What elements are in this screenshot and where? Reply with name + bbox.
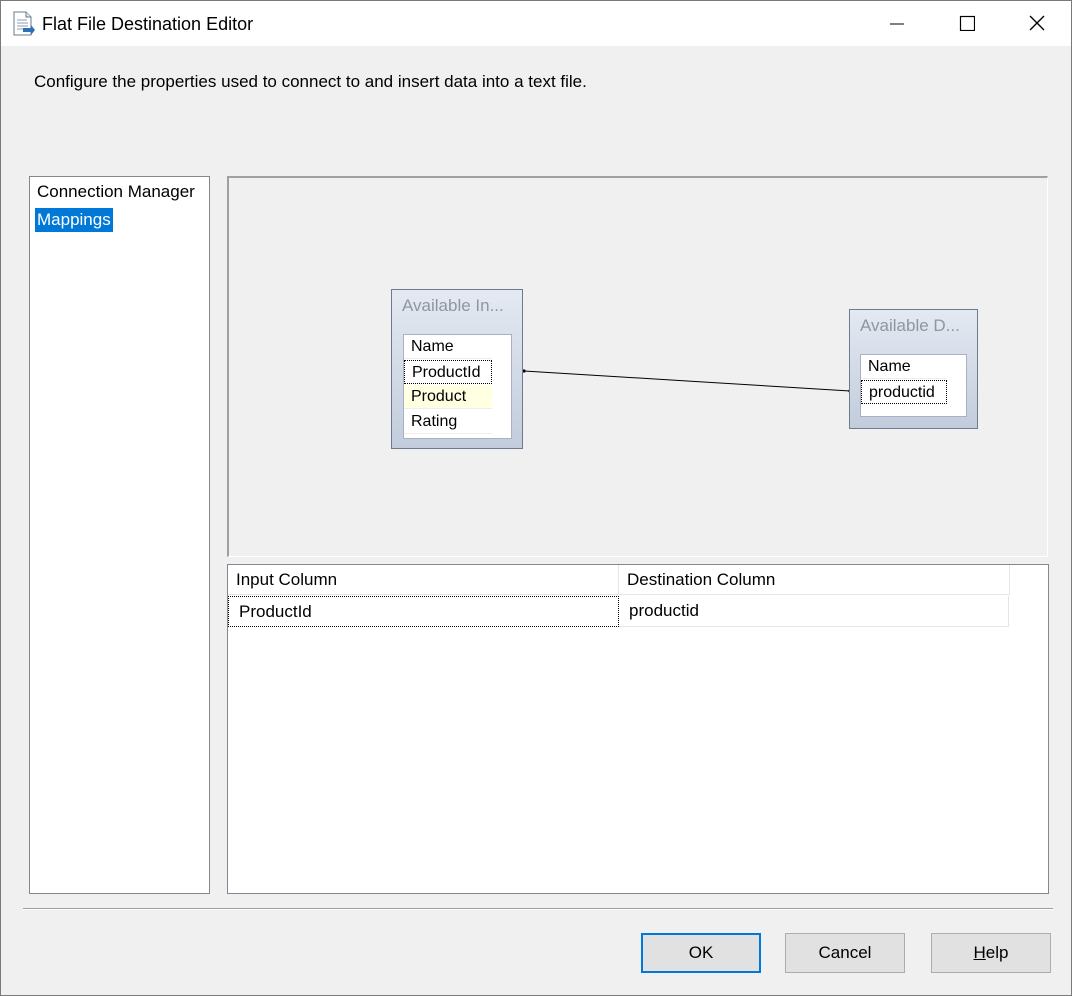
title-bar: Flat File Destination Editor <box>1 1 1071 46</box>
destination-column-name[interactable]: Name <box>861 355 947 379</box>
help-mnemonic: H <box>973 943 986 962</box>
destination-column-productid[interactable]: productid <box>861 380 947 404</box>
maximize-icon <box>959 15 975 31</box>
available-input-columns-table[interactable]: Available In... Name ProductId Product R… <box>391 289 523 449</box>
grid-header-input-column[interactable]: Input Column <box>228 565 619 595</box>
nav-item-mappings[interactable]: Mappings <box>35 208 113 232</box>
column-mapping-grid: Input Column Destination Column ProductI… <box>227 564 1049 894</box>
minimize-icon <box>890 23 904 25</box>
grid-cell-input-column[interactable]: ProductId <box>228 596 619 627</box>
close-icon <box>1029 15 1045 31</box>
available-input-columns-title: Available In... <box>402 296 504 315</box>
close-button[interactable] <box>1001 1 1071 46</box>
input-columns-list: Name ProductId Product Rating <box>403 334 512 439</box>
cancel-button[interactable]: Cancel <box>785 933 905 973</box>
minimize-button[interactable] <box>861 1 931 46</box>
mapping-designer-canvas[interactable]: Available In... Name ProductId Product R… <box>227 176 1048 557</box>
available-destination-columns-title: Available D... <box>860 316 960 335</box>
destination-columns-list: Name productid <box>860 354 967 417</box>
grid-cell-destination-column[interactable]: productid <box>619 596 1009 627</box>
window-title: Flat File Destination Editor <box>42 14 254 34</box>
input-column-rating[interactable]: Rating <box>404 410 492 434</box>
nav-item-connection-manager[interactable]: Connection Manager <box>35 180 197 204</box>
button-separator <box>23 908 1053 910</box>
flat-file-destination-editor-window: Flat File Destination Editor Configure t… <box>0 0 1072 996</box>
help-button[interactable]: Help <box>931 933 1051 973</box>
input-column-productid[interactable]: ProductId <box>404 360 492 384</box>
document-icon <box>11 11 35 37</box>
ok-button[interactable]: OK <box>641 933 761 973</box>
help-label-rest: elp <box>985 943 1009 962</box>
dialog-description: Configure the properties used to connect… <box>34 72 587 91</box>
input-column-product[interactable]: Product <box>404 385 492 409</box>
input-column-name[interactable]: Name <box>404 335 492 359</box>
available-destination-columns-table[interactable]: Available D... Name productid <box>849 309 978 429</box>
grid-header-destination-column[interactable]: Destination Column <box>619 565 1010 595</box>
page-navigation-list: Connection Manager Mappings <box>29 176 210 894</box>
maximize-button[interactable] <box>931 1 1001 46</box>
